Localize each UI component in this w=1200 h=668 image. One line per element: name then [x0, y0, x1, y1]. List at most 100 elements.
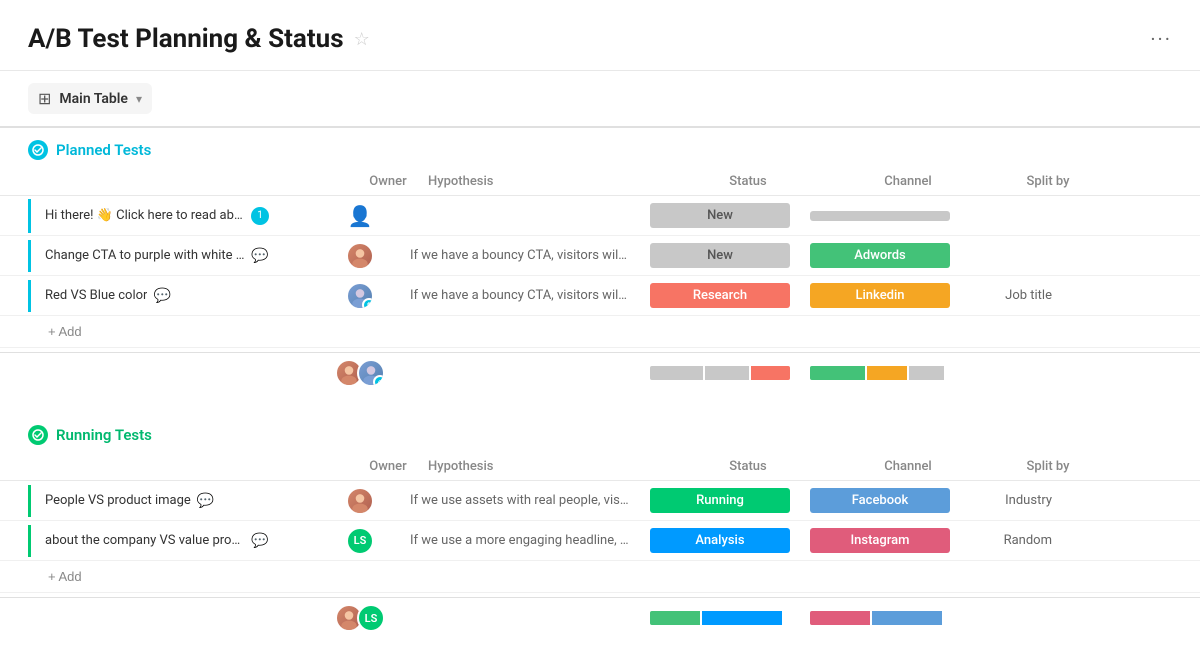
running-table: Owner Hypothesis Status Channel Split by… [0, 453, 1200, 638]
main-page: A/B Test Planning & Status ☆ ··· ⊞ Main … [0, 0, 1200, 668]
bar-segment [702, 611, 782, 625]
channel-cell [800, 211, 960, 221]
more-options-icon[interactable]: ··· [1150, 27, 1172, 51]
col-header-hypothesis: Hypothesis [428, 459, 668, 474]
col-header-split: Split by [988, 174, 1108, 189]
status-cell: Research [640, 283, 800, 308]
add-row: + Add [0, 316, 1200, 348]
add-row: + Add [0, 561, 1200, 593]
add-item-button[interactable]: + Add [48, 569, 82, 584]
bar-segment [909, 366, 944, 380]
hypothesis-cell: If we have a bouncy CTA, visitors will b… [400, 248, 640, 263]
avatar: LS [357, 604, 385, 632]
col-header-owner: Owner [348, 459, 428, 474]
avatar-stack: + [335, 359, 385, 387]
status-badge: New [650, 243, 790, 268]
channel-summary-bar [810, 611, 950, 625]
table-name-label: Main Table [59, 91, 128, 107]
channel-cell: Instagram [800, 528, 960, 553]
bar-segment [872, 611, 942, 625]
planned-summary-row: + [0, 352, 1200, 393]
comment-icon[interactable]: 💬 [197, 493, 214, 509]
owner-cell: LS [320, 527, 400, 555]
summary-channel-bar [800, 366, 960, 380]
channel-badge: Instagram [810, 528, 950, 553]
bar-segment [705, 366, 749, 380]
planned-group-toggle[interactable]: Planned Tests [28, 140, 151, 160]
status-summary-bar [650, 366, 790, 380]
table-selector[interactable]: ⊞ Main Table ▾ [28, 83, 152, 114]
row-name-text[interactable]: about the company VS value proposi... [45, 533, 245, 548]
owner-cell: + [320, 282, 400, 310]
planned-group-header: Planned Tests [0, 128, 1200, 168]
row-name-text[interactable]: People VS product image [45, 493, 191, 508]
channel-cell: Facebook [800, 488, 960, 513]
running-group-toggle[interactable]: Running Tests [28, 425, 152, 445]
status-badge: New [650, 203, 790, 228]
planned-column-headers: Owner Hypothesis Status Channel Split by [0, 168, 1200, 196]
channel-cell: Linkedin [800, 283, 960, 308]
status-badge: Analysis [650, 528, 790, 553]
split-cell: Random [960, 533, 1080, 548]
running-group-title: Running Tests [56, 426, 152, 444]
planned-table: Owner Hypothesis Status Channel Split by… [0, 168, 1200, 393]
running-group-header: Running Tests [0, 413, 1200, 453]
bar-segment [650, 611, 700, 625]
bar-segment [751, 366, 790, 380]
channel-badge: Adwords [810, 243, 950, 268]
hypothesis-cell: If we have a bouncy CTA, visitors will b… [400, 288, 640, 303]
status-cell: Analysis [640, 528, 800, 553]
avatar [346, 487, 374, 515]
page-title: A/B Test Planning & Status [28, 24, 344, 54]
col-header-hypothesis: Hypothesis [428, 174, 668, 189]
add-item-button[interactable]: + Add [48, 324, 82, 339]
comment-icon[interactable]: 💬 [251, 533, 268, 549]
main-content: Planned Tests Owner Hypothesis Status Ch… [0, 128, 1200, 668]
avatar: + [346, 282, 374, 310]
channel-badge: Facebook [810, 488, 950, 513]
running-group-icon [28, 425, 48, 445]
split-cell: Industry [960, 493, 1080, 508]
planned-group-icon [28, 140, 48, 160]
hypothesis-cell: If we use assets with real people, visit… [400, 493, 640, 508]
avatar: + [357, 359, 385, 387]
row-name-text[interactable]: Change CTA to purple with white text [45, 248, 245, 263]
table-row: Red VS Blue color 💬 + If we have a bounc… [0, 276, 1200, 316]
table-row: about the company VS value proposi... 💬 … [0, 521, 1200, 561]
split-cell: Job title [960, 288, 1080, 303]
owner-cell [320, 242, 400, 270]
col-header-status: Status [668, 174, 828, 189]
favorite-icon[interactable]: ☆ [354, 29, 370, 50]
avatar: LS [346, 527, 374, 555]
summary-status-bar [640, 366, 800, 380]
channel-cell: Adwords [800, 243, 960, 268]
owner-cell: 👤 [320, 204, 400, 228]
summary-avatars: + [320, 359, 400, 387]
bar-segment [650, 366, 703, 380]
status-badge: Running [650, 488, 790, 513]
page-header: A/B Test Planning & Status ☆ ··· [0, 0, 1200, 71]
row-name-text[interactable]: Hi there! 👋 Click here to read about ... [45, 208, 245, 223]
bar-segment [810, 611, 870, 625]
hypothesis-cell: If we use a more engaging headline, visi… [400, 533, 640, 548]
owner-cell [320, 487, 400, 515]
comment-icon[interactable]: 💬 [153, 288, 170, 304]
planned-group-title: Planned Tests [56, 141, 151, 159]
summary-avatars: LS [320, 604, 400, 632]
status-cell: New [640, 203, 800, 228]
notification-badge: 1 [251, 207, 269, 225]
channel-badge [810, 211, 950, 221]
running-column-headers: Owner Hypothesis Status Channel Split by [0, 453, 1200, 481]
planned-tests-group: Planned Tests Owner Hypothesis Status Ch… [0, 128, 1200, 393]
row-name-text[interactable]: Red VS Blue color [45, 288, 147, 303]
table-row: People VS product image 💬 If we use asse… [0, 481, 1200, 521]
status-cell: Running [640, 488, 800, 513]
status-summary-bar [650, 611, 790, 625]
row-name-cell: People VS product image 💬 [28, 485, 320, 517]
running-tests-group: Running Tests Owner Hypothesis Status Ch… [0, 413, 1200, 638]
col-header-owner: Owner [348, 174, 428, 189]
avatar-stack: LS [335, 604, 385, 632]
toolbar: ⊞ Main Table ▾ [0, 71, 1200, 128]
comment-icon[interactable]: 💬 [251, 248, 268, 264]
summary-channel-bar [800, 611, 960, 625]
